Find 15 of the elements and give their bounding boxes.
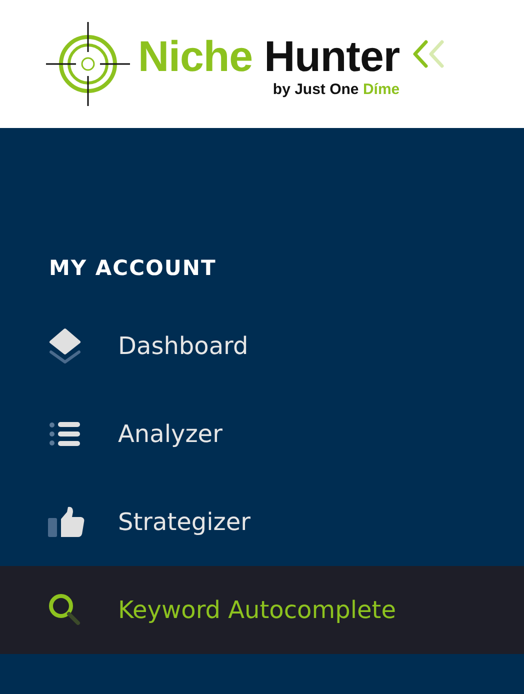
collapse-icon[interactable] <box>412 40 446 68</box>
search-icon <box>48 593 82 627</box>
layers-icon <box>48 328 82 364</box>
logo-tagline: by Just One <box>272 81 359 98</box>
logo-tagline: Díme <box>362 81 400 98</box>
logo-name: Hunter <box>264 33 400 81</box>
crosshair-icon <box>46 22 130 106</box>
menu-item[interactable]: Strategizer <box>0 478 524 566</box>
section-heading: MY ACCOUNT <box>48 256 218 280</box>
menu-item[interactable]: Analyzer <box>0 390 524 478</box>
menu-item[interactable]: Keyword Autocomplete <box>0 566 524 654</box>
menu-item[interactable]: Dashboard <box>0 302 524 390</box>
list-icon <box>48 421 82 447</box>
thumbs-up-icon <box>48 506 86 538</box>
logo-name: Niche <box>138 33 253 81</box>
